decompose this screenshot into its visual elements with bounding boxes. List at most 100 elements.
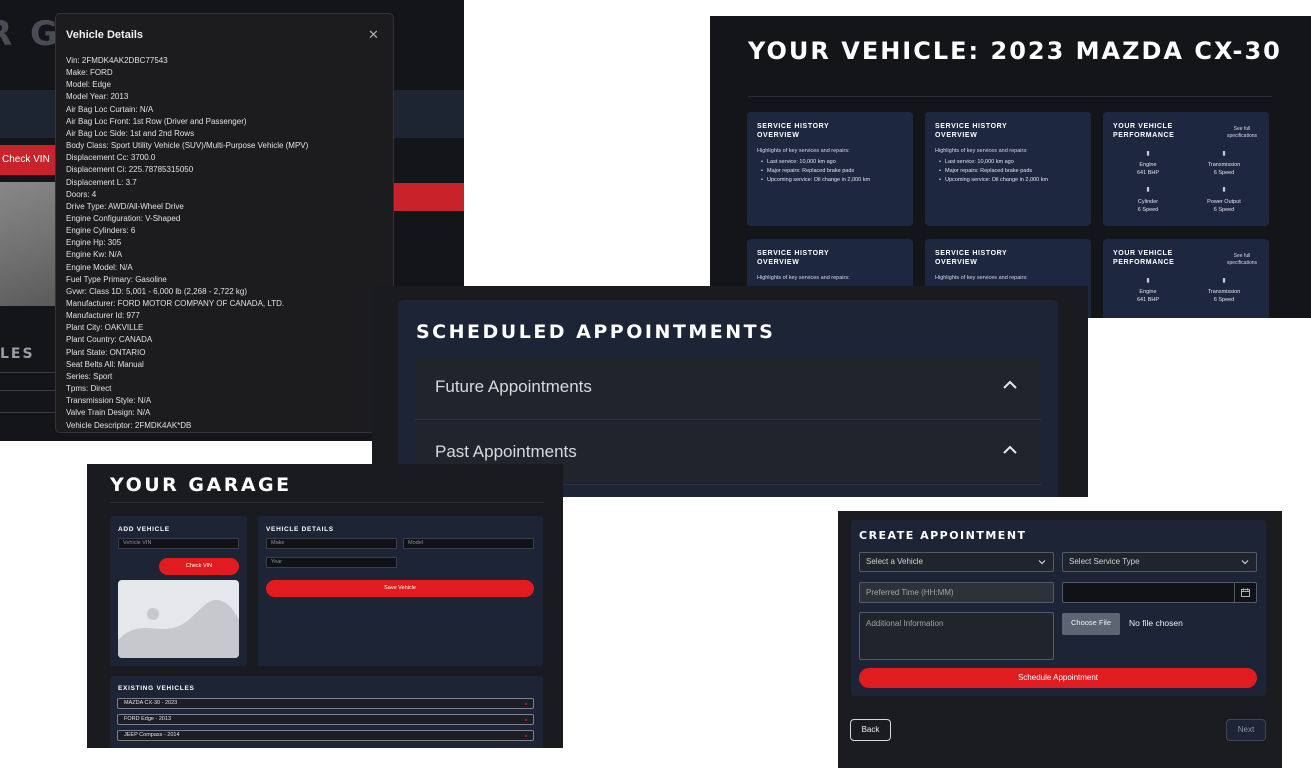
check-vin-button-bg[interactable]: Check VIN <box>0 145 56 175</box>
preferred-time-input[interactable]: Preferred Time (HH:MM) <box>859 582 1054 603</box>
chevron-down-icon <box>1241 560 1249 565</box>
divider <box>1234 583 1235 602</box>
your-vehicle-screen: YOUR VEHICLE: 2023 MAZDA CX-30 SERVICE H… <box>710 16 1311 318</box>
card-title: YOUR VEHICLE PERFORMANCE <box>1113 123 1175 139</box>
vehicle-name: FORD Edge - 2013 <box>124 716 172 722</box>
additional-info-textarea[interactable]: Additional Information <box>859 612 1054 660</box>
vehicle-name: MAZDA CX-30 - 2023 <box>124 700 178 706</box>
service-type-select[interactable]: Select Service Type <box>1062 552 1257 572</box>
stat-value: 641 BHP <box>1136 170 1159 176</box>
check-vin-button[interactable]: Check VIN <box>159 558 239 575</box>
make-input[interactable]: Make <box>266 538 397 549</box>
create-appointment-title: CREATE APPOINTMENT <box>859 529 1027 542</box>
divider <box>748 96 1272 97</box>
chevron-up-icon[interactable] <box>1003 378 1017 392</box>
modal-title: Vehicle Details <box>66 29 144 41</box>
spec-line: Air Bag Loc Curtain: N/A <box>66 104 154 114</box>
list-item: Major repairs: Replaced brake pads <box>761 168 854 174</box>
spec-line: Air Bag Loc Side: 1st and 2nd Rows <box>66 128 195 138</box>
stat-value: 6 Speed <box>1137 207 1159 213</box>
model-input[interactable]: Model <box>403 538 534 549</box>
divider <box>0 390 56 391</box>
spec-line: Valve Train Design: N/A <box>66 408 151 418</box>
vehicle-list-item[interactable]: JEEP Compass - 2014 <box>117 730 534 741</box>
cylinder-icon: ▮ <box>1146 187 1150 193</box>
service-history-card: SERVICE HISTORY OVERVIEW Highlights of k… <box>925 112 1091 226</box>
spec-line: Vehicle Descriptor: 2FMDK4AK*DB <box>66 420 192 430</box>
panel-heading: VEHICLE DETAILS <box>266 526 334 533</box>
card-subtitle: Highlights of key services and repairs: <box>935 148 1028 154</box>
year-input[interactable]: Year <box>266 557 397 568</box>
stat-value: 6 Speed <box>1213 297 1235 303</box>
panel-heading: ADD VEHICLE <box>118 526 170 533</box>
delete-dot-icon[interactable] <box>525 703 527 705</box>
divider <box>0 372 56 373</box>
spec-line: Manufacturer: FORD MOTOR COMPANY OF CANA… <box>66 299 285 308</box>
list-item: Upcoming service: Oil change in 2,000 km <box>761 177 870 183</box>
stat-value: 6 Speed <box>1213 170 1235 176</box>
vehicle-select[interactable]: Select a Vehicle <box>859 552 1054 572</box>
card-subtitle: Highlights of key services and repairs: <box>935 275 1028 281</box>
choose-file-button[interactable]: Choose File <box>1062 613 1120 635</box>
spec-line: Series: Sport <box>66 371 113 381</box>
vehicle-list-item[interactable]: MAZDA CX-30 - 2023 <box>117 698 534 709</box>
card-title: SERVICE HISTORY OVERVIEW <box>935 250 1008 266</box>
transmission-icon: ▮ <box>1222 278 1226 284</box>
image-placeholder-icon <box>118 599 239 658</box>
next-button[interactable]: Next <box>1226 719 1266 741</box>
close-icon[interactable]: ✕ <box>368 27 379 43</box>
stat-label: Transmission <box>1207 289 1241 295</box>
add-vehicle-panel: ADD VEHICLE Vehicle VIN Check VIN <box>110 516 247 666</box>
spec-line: Plant Country: CANADA <box>66 335 153 345</box>
calendar-icon[interactable] <box>1241 588 1250 597</box>
spec-line: Model Year: 2013 <box>66 92 129 102</box>
stat-value: 6 Speed <box>1213 207 1235 213</box>
scheduled-title: SCHEDULED APPOINTMENTS <box>416 321 776 343</box>
spec-line: Vin: 2FMDK4AK2DBC77543 <box>66 56 168 65</box>
spec-line: Displacement Cc: 3700.0 <box>66 153 156 163</box>
delete-dot-icon[interactable] <box>525 735 527 737</box>
spec-line: Drive Type: AWD/All-Wheel Drive <box>66 201 184 211</box>
back-button[interactable]: Back <box>850 719 891 741</box>
divider <box>0 412 56 413</box>
transmission-icon: ▮ <box>1222 151 1226 157</box>
spec-line: Displacement Ci: 225.78785315050 <box>66 165 194 175</box>
vehicle-image-bg <box>0 182 56 306</box>
performance-card: YOUR VEHICLE PERFORMANCE See full specif… <box>1103 112 1269 226</box>
vin-input[interactable]: Vehicle VIN <box>118 538 239 549</box>
existing-vehicles-fragment: LES <box>0 346 35 362</box>
spec-line: Body Class: Sport Utility Vehicle (SUV)/… <box>66 141 309 151</box>
vehicle-details-panel: VEHICLE DETAILS Make Model Year Save Veh… <box>258 516 543 666</box>
spec-line: Engine Model: N/A <box>66 262 133 272</box>
garage-title: YOUR GARAGE <box>110 474 292 496</box>
future-appointments-accordion[interactable]: Future Appointments <box>415 356 1041 420</box>
list-item: Last service: 10,000 km ago <box>939 159 1014 165</box>
stat-label: Cylinder <box>1137 199 1159 205</box>
stat-label: Engine <box>1139 162 1157 168</box>
spec-line: Transmission Style: N/A <box>66 396 152 406</box>
power-icon: ▮ <box>1222 187 1226 193</box>
card-title: SERVICE HISTORY OVERVIEW <box>935 123 1008 139</box>
save-vehicle-button[interactable]: Save Vehicle <box>266 580 534 597</box>
spec-line: Manufacturer Id: 977 <box>66 311 140 321</box>
card-title: SERVICE HISTORY OVERVIEW <box>757 123 830 139</box>
spec-line: Tpms: Direct <box>66 384 112 394</box>
spec-line: Make: FORD <box>66 68 113 78</box>
stat-label: Power Output <box>1207 199 1241 205</box>
vehicle-image-placeholder <box>118 580 239 658</box>
spec-line: Doors: 4 <box>66 189 97 199</box>
schedule-appointment-button[interactable]: Schedule Appointment <box>859 668 1257 688</box>
spec-line: Engine Cylinders: 6 <box>66 226 136 236</box>
save-vehicle-button-bg[interactable] <box>393 183 464 211</box>
service-history-card: SERVICE HISTORY OVERVIEW Highlights of k… <box>747 112 913 226</box>
see-specs-link[interactable]: See full specifications <box>1221 126 1263 140</box>
list-item: Major repairs: Replaced brake pads <box>939 168 1032 174</box>
delete-dot-icon[interactable] <box>525 719 527 721</box>
chevron-up-icon[interactable] <box>1003 443 1017 457</box>
select-value: Select Service Type <box>1069 557 1140 566</box>
vehicle-details-modal: Vehicle Details ✕ Vin: 2FMDK4AK2DBC77543… <box>55 13 394 433</box>
see-specs-link[interactable]: See full specifications <box>1221 253 1263 267</box>
vehicle-list-item[interactable]: FORD Edge - 2013 <box>117 714 534 725</box>
file-status: No file chosen <box>1129 618 1183 628</box>
date-input[interactable] <box>1062 582 1257 603</box>
